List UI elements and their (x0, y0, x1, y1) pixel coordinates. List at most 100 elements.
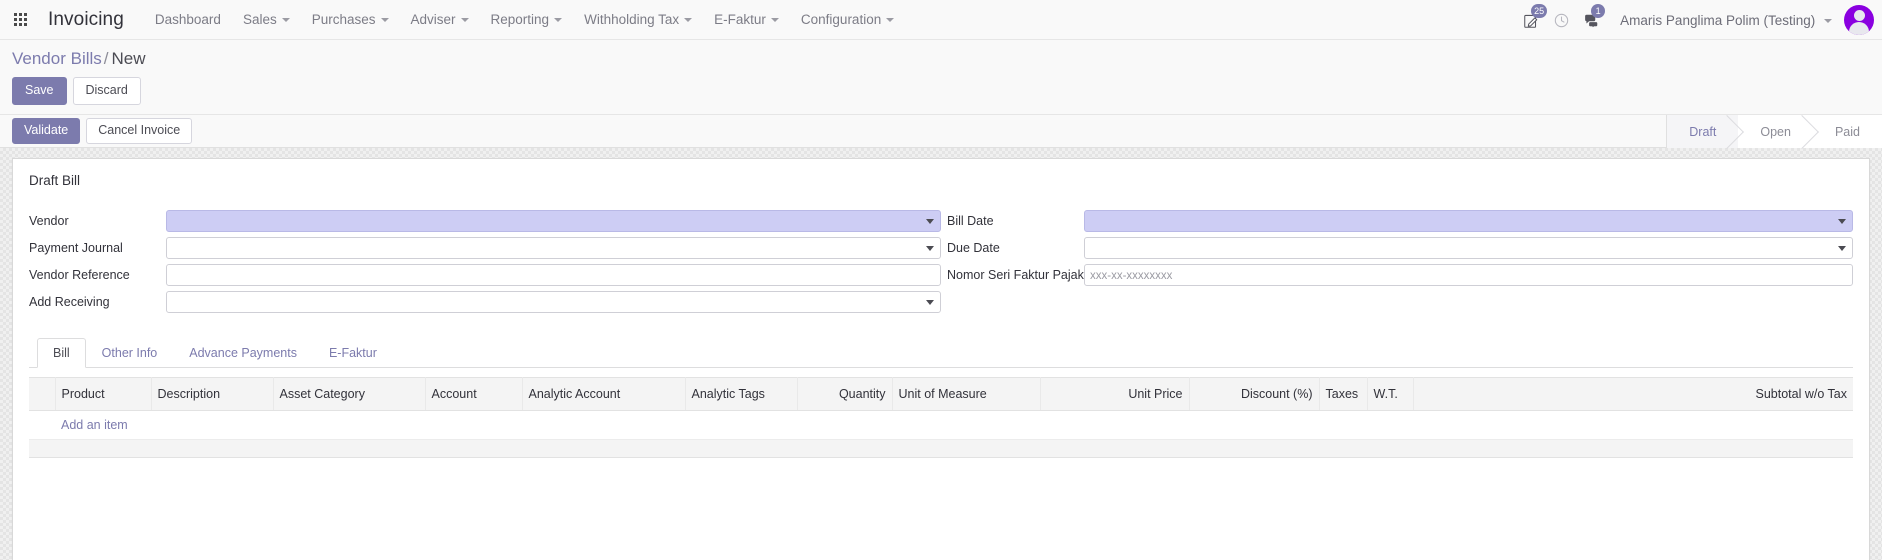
column-taxes[interactable]: Taxes (1319, 377, 1368, 411)
status-step-draft[interactable]: Draft (1667, 115, 1739, 148)
table-body: Add an item (29, 410, 1853, 440)
status-step-open[interactable]: Open (1738, 115, 1813, 148)
avatar-head (1853, 10, 1865, 21)
avatar[interactable] (1844, 5, 1874, 35)
menu-item-label: Reporting (490, 11, 550, 27)
validate-button[interactable]: Validate (12, 118, 81, 144)
avatar-body (1849, 22, 1869, 35)
status-step-label: Draft (1689, 124, 1717, 139)
activities-badge: 25 (1531, 4, 1548, 18)
messages-badge: 1 (1591, 4, 1606, 18)
add-an-item-link[interactable]: Add an item (61, 418, 128, 432)
tab-other-info[interactable]: Other Info (86, 338, 174, 368)
column-analytic-account[interactable]: Analytic Account (522, 377, 686, 411)
menu-item-label: Configuration (800, 11, 882, 27)
column-unit-price[interactable]: Unit Price (1040, 377, 1190, 411)
label-vendor: Vendor (29, 214, 69, 228)
control-vendor (166, 210, 941, 232)
control-add-receiving (166, 291, 941, 313)
column-wt[interactable]: W.T. (1367, 377, 1414, 411)
vendor-reference-input[interactable] (166, 264, 941, 286)
tab-advance-payments[interactable]: Advance Payments (173, 338, 313, 368)
add-item-cell: Add an item (29, 410, 1853, 440)
column-description[interactable]: Description (151, 377, 274, 411)
main-menu: Dashboard Sales Purchases Adviser Report… (144, 0, 905, 40)
save-button[interactable]: Save (12, 77, 67, 105)
field-row-vendor: Vendor (29, 210, 941, 232)
control-due-date (1084, 237, 1853, 259)
control-vendor-reference (166, 264, 941, 286)
apps-grid-icon[interactable] (6, 0, 34, 40)
add-item-row: Add an item (29, 410, 1853, 440)
apps-grid-glyph (13, 13, 27, 26)
nomor-seri-faktur-pajak-input[interactable] (1084, 264, 1853, 286)
notebook: Bill Other Info Advance Payments E-Faktu… (29, 338, 1853, 458)
menu-item-configuration[interactable]: Configuration (790, 0, 905, 40)
vendor-input[interactable] (166, 210, 941, 232)
app-brand-invoicing[interactable]: Invoicing (48, 9, 124, 31)
column-handle (29, 377, 56, 411)
status-step-label: Open (1760, 124, 1791, 139)
activities-menu[interactable]: 25 (1516, 0, 1548, 40)
label-vendor-reference: Vendor Reference (29, 268, 130, 282)
column-account[interactable]: Account (425, 377, 523, 411)
page-title: Draft Bill (29, 173, 81, 188)
form-column-right: Bill Date Due Date Nomor Seri Faktur Paj… (941, 210, 1853, 318)
breadcrumb-parent[interactable]: Vendor Bills (12, 49, 102, 68)
action-status-bar: Validate Cancel Invoice Draft Open Paid (0, 115, 1882, 148)
column-product[interactable]: Product (55, 377, 152, 411)
menu-item-adviser[interactable]: Adviser (400, 0, 480, 40)
control-nomor-seri-faktur-pajak (1084, 264, 1853, 286)
breadcrumb-separator: / (103, 49, 109, 68)
payment-journal-input[interactable] (166, 237, 941, 259)
discard-button[interactable]: Discard (72, 77, 141, 105)
record-buttons: Save Discard (12, 77, 1870, 105)
label-due-date: Due Date (947, 241, 1000, 255)
menu-item-label: Purchases (311, 11, 376, 27)
column-discount[interactable]: Discount (%) (1189, 377, 1320, 411)
column-unit-of-measure[interactable]: Unit of Measure (892, 377, 1041, 411)
table-footer-band (29, 440, 1853, 458)
status-step-paid[interactable]: Paid (1812, 115, 1882, 148)
menu-item-dashboard[interactable]: Dashboard (144, 0, 232, 40)
tab-label: Bill (53, 346, 70, 360)
notebook-tabs: Bill Other Info Advance Payments E-Faktu… (29, 338, 1853, 368)
bill-date-input[interactable] (1084, 210, 1853, 232)
tab-label: Other Info (101, 346, 158, 360)
label-bill-date: Bill Date (947, 214, 994, 228)
column-analytic-tags[interactable]: Analytic Tags (685, 377, 798, 411)
invoice-lines-table: Product Description Asset Category Accou… (29, 377, 1853, 440)
menu-item-label: Sales (242, 11, 277, 27)
form-sheet: Draft Bill Vendor Payment Journal Vendor… (12, 158, 1870, 560)
tab-e-faktur[interactable]: E-Faktur (313, 338, 393, 368)
add-receiving-input[interactable] (166, 291, 941, 313)
breadcrumb: Vendor Bills / New (12, 48, 1870, 70)
control-panel: Vendor Bills / New Save Discard (0, 40, 1882, 115)
menu-item-e-faktur[interactable]: E-Faktur (703, 0, 790, 40)
control-bill-date (1084, 210, 1853, 232)
field-row-payment-journal: Payment Journal (29, 237, 941, 259)
messages-menu[interactable]: 1 (1576, 0, 1606, 40)
clock-button[interactable] (1546, 0, 1576, 40)
tab-bill[interactable]: Bill (37, 338, 86, 368)
menu-item-label: Dashboard (154, 11, 221, 27)
form-columns: Vendor Payment Journal Vendor Reference (29, 210, 1853, 318)
chevron-down-icon (1824, 18, 1832, 23)
column-asset-category[interactable]: Asset Category (273, 377, 426, 411)
column-subtotal-wo-tax[interactable]: Subtotal w/o Tax (1413, 377, 1853, 411)
due-date-input[interactable] (1084, 237, 1853, 259)
menu-item-withholding-tax[interactable]: Withholding Tax (573, 0, 703, 40)
breadcrumb-current: New (111, 49, 146, 68)
column-quantity[interactable]: Quantity (797, 377, 893, 411)
cancel-invoice-button[interactable]: Cancel Invoice (86, 118, 193, 144)
field-row-nomor-seri-faktur-pajak: Nomor Seri Faktur Pajak (947, 264, 1853, 286)
chevron-down-icon (380, 17, 389, 22)
clock-icon (1554, 13, 1568, 27)
label-nomor-seri-faktur-pajak: Nomor Seri Faktur Pajak (947, 268, 1084, 282)
user-menu[interactable]: Amaris Panglima Polim (Testing) (1606, 13, 1840, 28)
form-column-left: Vendor Payment Journal Vendor Reference (29, 210, 941, 318)
menu-item-reporting[interactable]: Reporting (480, 0, 574, 40)
menu-item-purchases[interactable]: Purchases (301, 0, 400, 40)
menu-item-sales[interactable]: Sales (232, 0, 301, 40)
chevron-down-icon (460, 17, 469, 22)
